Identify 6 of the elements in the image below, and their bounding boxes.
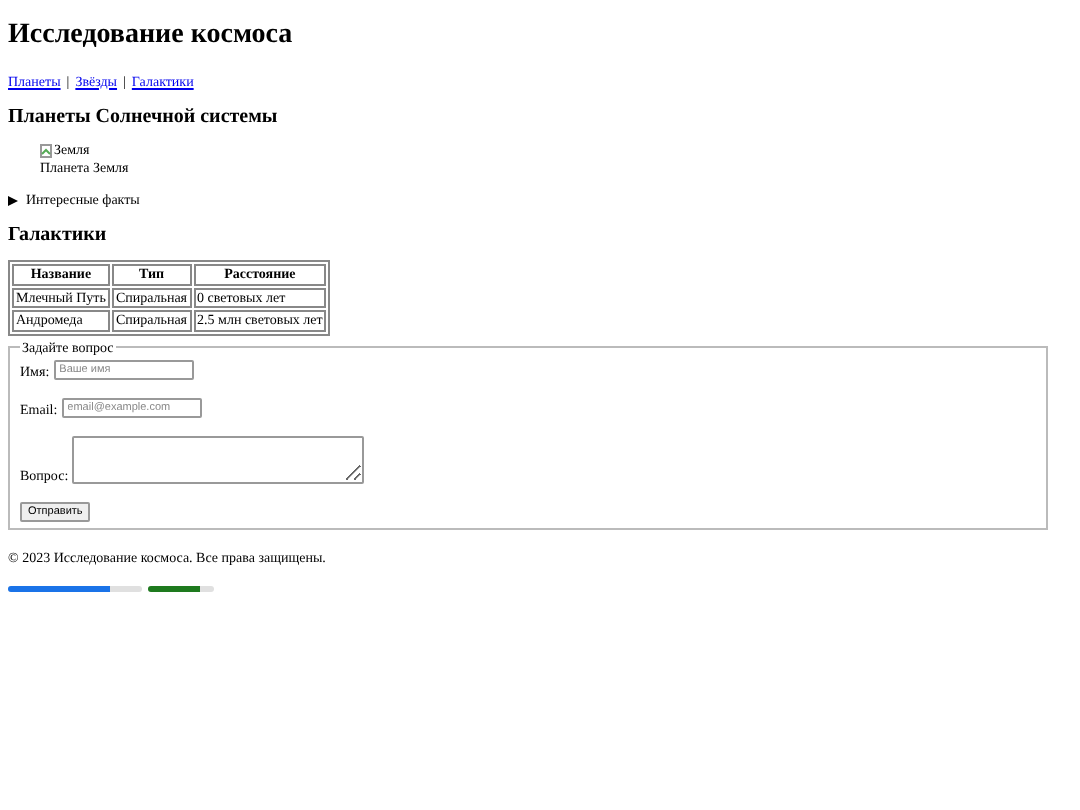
section-heading: Планеты Солнечной системы xyxy=(8,106,280,131)
question-field[interactable] xyxy=(72,435,365,484)
disclosure-triangle-icon[interactable] xyxy=(8,195,18,206)
page-title: Исследование космоса xyxy=(8,20,295,54)
section-heading: Галактики xyxy=(8,224,109,249)
broken-image-icon xyxy=(40,143,52,158)
